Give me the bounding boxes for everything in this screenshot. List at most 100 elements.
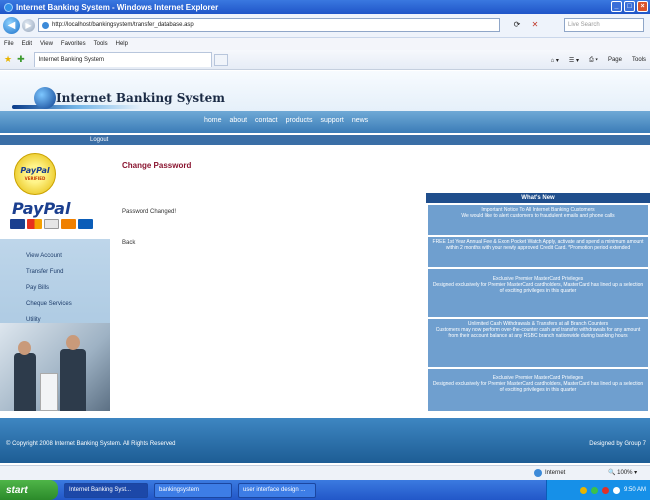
tray-icon[interactable] bbox=[612, 486, 620, 494]
person-head bbox=[66, 335, 80, 350]
visa-card-icon bbox=[10, 219, 25, 229]
window-titlebar: Internet Banking System - Windows Intern… bbox=[0, 0, 650, 14]
whats-new-panel: What's New Important Notice To All Inter… bbox=[426, 193, 650, 411]
windows-taskbar: start Internet Banking Syst... bankingsy… bbox=[0, 480, 650, 500]
taskbar-item-label: bankingsystem bbox=[159, 487, 200, 493]
site-header: Internet Banking System home about conta… bbox=[0, 71, 650, 133]
browser-navbar: ◀ ▶ http://localhost/bankingsystem/trans… bbox=[0, 14, 650, 38]
page-icon bbox=[42, 21, 49, 29]
menu-view[interactable]: View bbox=[40, 41, 53, 47]
menu-tools[interactable]: Tools bbox=[94, 41, 108, 47]
seal-text: PayPal bbox=[20, 166, 50, 175]
mastercard-icon bbox=[27, 219, 42, 229]
menu-bar: File Edit View Favorites Tools Help bbox=[0, 38, 650, 50]
ie-icon bbox=[4, 2, 13, 12]
nav-home[interactable]: home bbox=[204, 117, 222, 124]
start-button[interactable]: start bbox=[0, 480, 58, 500]
menu-favorites[interactable]: Favorites bbox=[61, 41, 86, 47]
tray-icon[interactable] bbox=[579, 486, 587, 494]
taskbar-item-label: Internet Banking Syst... bbox=[69, 487, 132, 493]
address-url: http://localhost/bankingsystem/transfer_… bbox=[52, 22, 194, 28]
sidebar: PayPal VERIFIED PayPal View Account Tran… bbox=[0, 145, 110, 419]
person-figure bbox=[14, 353, 36, 411]
news-item[interactable]: Exclusive Premier MasterCard Privileges … bbox=[428, 369, 648, 411]
nav-about[interactable]: about bbox=[230, 117, 248, 124]
feeds-icon[interactable]: ☰ ▾ bbox=[569, 57, 579, 64]
maximize-button[interactable]: □ bbox=[624, 1, 635, 12]
print-icon[interactable]: ⎙ ▾ bbox=[589, 57, 598, 64]
logo-swoosh bbox=[12, 105, 142, 109]
page-title: Change Password bbox=[122, 161, 192, 170]
stop-icon[interactable]: ✕ bbox=[528, 18, 542, 32]
paypal-verified-seal: PayPal VERIFIED bbox=[14, 153, 56, 195]
sidebar-item-view-account[interactable]: View Account bbox=[26, 253, 62, 259]
back-button[interactable]: ◀ bbox=[3, 17, 20, 34]
back-link[interactable]: Back bbox=[122, 240, 135, 246]
clock: 9:50 AM bbox=[623, 487, 646, 493]
system-tray: 9:50 AM bbox=[546, 480, 650, 500]
news-item[interactable]: Unlimited Cash Withdrawals & Transfers a… bbox=[428, 319, 648, 367]
globe-icon bbox=[534, 469, 542, 477]
taskbar-item-doc[interactable]: user interface design ... bbox=[238, 482, 316, 498]
window-title: Internet Banking System - Windows Intern… bbox=[16, 2, 219, 12]
logo-globe-icon bbox=[34, 87, 56, 109]
discover-card-icon bbox=[61, 219, 76, 229]
person-figure bbox=[60, 349, 86, 411]
start-label: start bbox=[6, 484, 28, 496]
designed-by-text: Designed by Group 7 bbox=[589, 441, 646, 447]
page-menu[interactable]: Page bbox=[608, 57, 622, 63]
address-bar[interactable]: http://localhost/bankingsystem/transfer_… bbox=[38, 18, 500, 32]
page-content: Internet Banking System home about conta… bbox=[0, 71, 650, 465]
nav-contact[interactable]: contact bbox=[255, 117, 278, 124]
refresh-icon[interactable]: ⟳ bbox=[510, 18, 524, 32]
browser-statusbar: Internet 🔍 100% ▾ bbox=[0, 465, 650, 480]
home-icon[interactable]: ⌂ ▾ bbox=[551, 57, 559, 64]
zone-label: Internet bbox=[545, 470, 566, 476]
menu-edit[interactable]: Edit bbox=[22, 41, 32, 47]
tray-icon[interactable] bbox=[590, 486, 598, 494]
zoom-level[interactable]: 🔍 100% ▾ bbox=[608, 469, 637, 476]
tab-internet-banking[interactable]: Internet Banking System bbox=[33, 52, 212, 67]
tab-label: Internet Banking System bbox=[38, 57, 104, 63]
favorites-star-icon[interactable]: ★ bbox=[4, 54, 12, 65]
nav-support[interactable]: support bbox=[320, 117, 343, 124]
status-message: Password Changed! bbox=[122, 209, 177, 215]
tray-icon[interactable] bbox=[601, 486, 609, 494]
logout-bar: Logout bbox=[0, 135, 650, 145]
tools-menu[interactable]: Tools bbox=[632, 57, 646, 63]
menu-help[interactable]: Help bbox=[116, 41, 128, 47]
news-item[interactable]: Exclusive Premier MasterCard Privileges … bbox=[428, 269, 648, 317]
search-input[interactable]: Live Search bbox=[564, 18, 644, 32]
sidebar-item-cheque-services[interactable]: Cheque Services bbox=[26, 301, 72, 307]
command-bar: ⌂ ▾ ☰ ▾ ⎙ ▾ Page Tools bbox=[551, 52, 646, 68]
business-people-image bbox=[0, 323, 110, 411]
logout-link[interactable]: Logout bbox=[90, 137, 108, 143]
nav-news[interactable]: news bbox=[352, 117, 368, 124]
minimize-button[interactable]: _ bbox=[611, 1, 622, 12]
document-icon bbox=[40, 373, 58, 411]
news-item[interactable]: FREE 1st Year Annual Fee & Exon Pocket W… bbox=[428, 237, 648, 267]
news-item[interactable]: Important Notice To All Internet Banking… bbox=[428, 205, 648, 235]
security-zone: Internet bbox=[534, 469, 565, 477]
taskbar-item-folder[interactable]: bankingsystem bbox=[154, 482, 232, 498]
person-head bbox=[18, 341, 31, 355]
forward-button[interactable]: ▶ bbox=[22, 19, 35, 32]
amex-card-icon bbox=[44, 219, 59, 229]
sidebar-item-transfer-fund[interactable]: Transfer Fund bbox=[26, 269, 63, 275]
copyright-text: © Copyright 2008 Internet Banking System… bbox=[6, 441, 176, 447]
menu-file[interactable]: File bbox=[4, 41, 14, 47]
site-top-nav: home about contact products support news bbox=[204, 117, 368, 124]
new-tab-button[interactable] bbox=[213, 53, 228, 66]
add-favorites-icon[interactable]: ✚ bbox=[17, 54, 25, 65]
search-placeholder: Live Search bbox=[568, 22, 600, 28]
close-button[interactable]: × bbox=[637, 1, 648, 12]
seal-subtext: VERIFIED bbox=[24, 176, 46, 181]
paypal-logo: PayPal bbox=[12, 199, 71, 218]
taskbar-item-ie[interactable]: Internet Banking Syst... bbox=[64, 482, 148, 498]
card-logos bbox=[10, 219, 93, 229]
sidebar-item-pay-bills[interactable]: Pay Bills bbox=[26, 285, 49, 291]
whats-new-title: What's New bbox=[426, 193, 650, 203]
bank-card-icon bbox=[78, 219, 93, 229]
site-logo-text: Internet Banking System bbox=[56, 91, 225, 105]
nav-products[interactable]: products bbox=[286, 117, 313, 124]
